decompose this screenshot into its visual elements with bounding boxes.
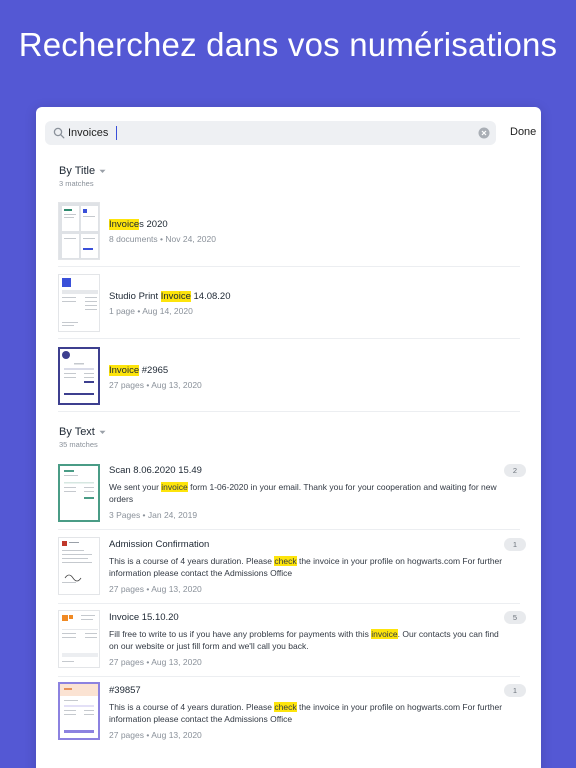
match-count-badge: 2	[504, 464, 526, 477]
item-title: Invoice 15.10.20	[109, 612, 179, 623]
page-headline: Recherchez dans vos numérisations	[18, 26, 558, 63]
list-item[interactable]: Invoice 15.10.20 Fill free to write to u…	[58, 609, 526, 677]
document-thumbnail	[58, 537, 100, 595]
section-match-count: 3 matches	[59, 179, 94, 188]
item-title: Scan 8.06.2020 15.49	[109, 465, 202, 476]
item-meta: 27 pages • Aug 13, 2020	[109, 380, 202, 390]
item-meta: 8 documents • Nov 24, 2020	[109, 234, 216, 244]
list-item[interactable]: Studio Print Invoice 14.08.20 1 page • A…	[58, 273, 520, 339]
document-thumbnail	[58, 347, 100, 405]
document-thumbnail	[58, 682, 100, 740]
section-title-by-text[interactable]: By Text	[59, 426, 106, 438]
item-title: #39857	[109, 685, 141, 696]
list-item[interactable]: Scan 8.06.2020 15.49 We sent your invoic…	[58, 462, 526, 530]
item-meta: 27 pages • Aug 13, 2020	[109, 657, 202, 667]
section-match-count: 35 matches	[59, 440, 98, 449]
text-caret	[116, 126, 117, 140]
item-meta: 27 pages • Aug 13, 2020	[109, 730, 202, 740]
chevron-down-icon	[99, 430, 106, 434]
item-title: Admission Confirmation	[109, 539, 210, 550]
list-item[interactable]: Invoice #2965 27 pages • Aug 13, 2020	[58, 346, 520, 412]
search-icon	[53, 127, 65, 139]
item-meta: 1 page • Aug 14, 2020	[109, 306, 193, 316]
item-snippet: Fill free to write to us if you have any…	[109, 629, 499, 651]
done-button[interactable]: Done	[510, 126, 536, 138]
item-meta: 27 pages • Aug 13, 2020	[109, 584, 202, 594]
section-title-by-title[interactable]: By Title	[59, 165, 106, 177]
match-count-badge: 5	[504, 611, 526, 624]
section-title-label: By Text	[59, 426, 95, 438]
search-results-panel: Done By Title 3 matches	[36, 107, 541, 768]
item-meta: 3 Pages • Jan 24, 2019	[109, 510, 198, 520]
document-thumbnail	[58, 202, 100, 260]
match-count-badge: 1	[504, 538, 526, 551]
item-title: Invoice #2965	[109, 365, 169, 376]
section-title-label: By Title	[59, 165, 96, 177]
item-snippet: This is a course of 4 years duration. Pl…	[109, 702, 503, 724]
search-field-container[interactable]	[45, 121, 496, 145]
list-item[interactable]: Invoices 2020 8 documents • Nov 24, 2020	[58, 201, 520, 267]
list-item[interactable]: #39857 This is a course of 4 years durat…	[58, 681, 526, 749]
document-thumbnail	[58, 464, 100, 522]
chevron-down-icon	[99, 169, 106, 173]
search-bar: Done	[45, 121, 536, 147]
item-snippet: We sent your invoice form 1-06-2020 in y…	[109, 482, 497, 504]
item-snippet: This is a course of 4 years duration. Pl…	[109, 556, 503, 578]
list-item[interactable]: Admission Confirmation This is a course …	[58, 536, 526, 604]
search-input[interactable]	[68, 124, 458, 142]
document-thumbnail	[58, 610, 100, 668]
item-title: Invoices 2020	[109, 219, 168, 230]
match-count-badge: 1	[504, 684, 526, 697]
clear-search-icon[interactable]	[478, 127, 490, 139]
document-thumbnail	[58, 274, 100, 332]
item-title: Studio Print Invoice 14.08.20	[109, 291, 231, 302]
